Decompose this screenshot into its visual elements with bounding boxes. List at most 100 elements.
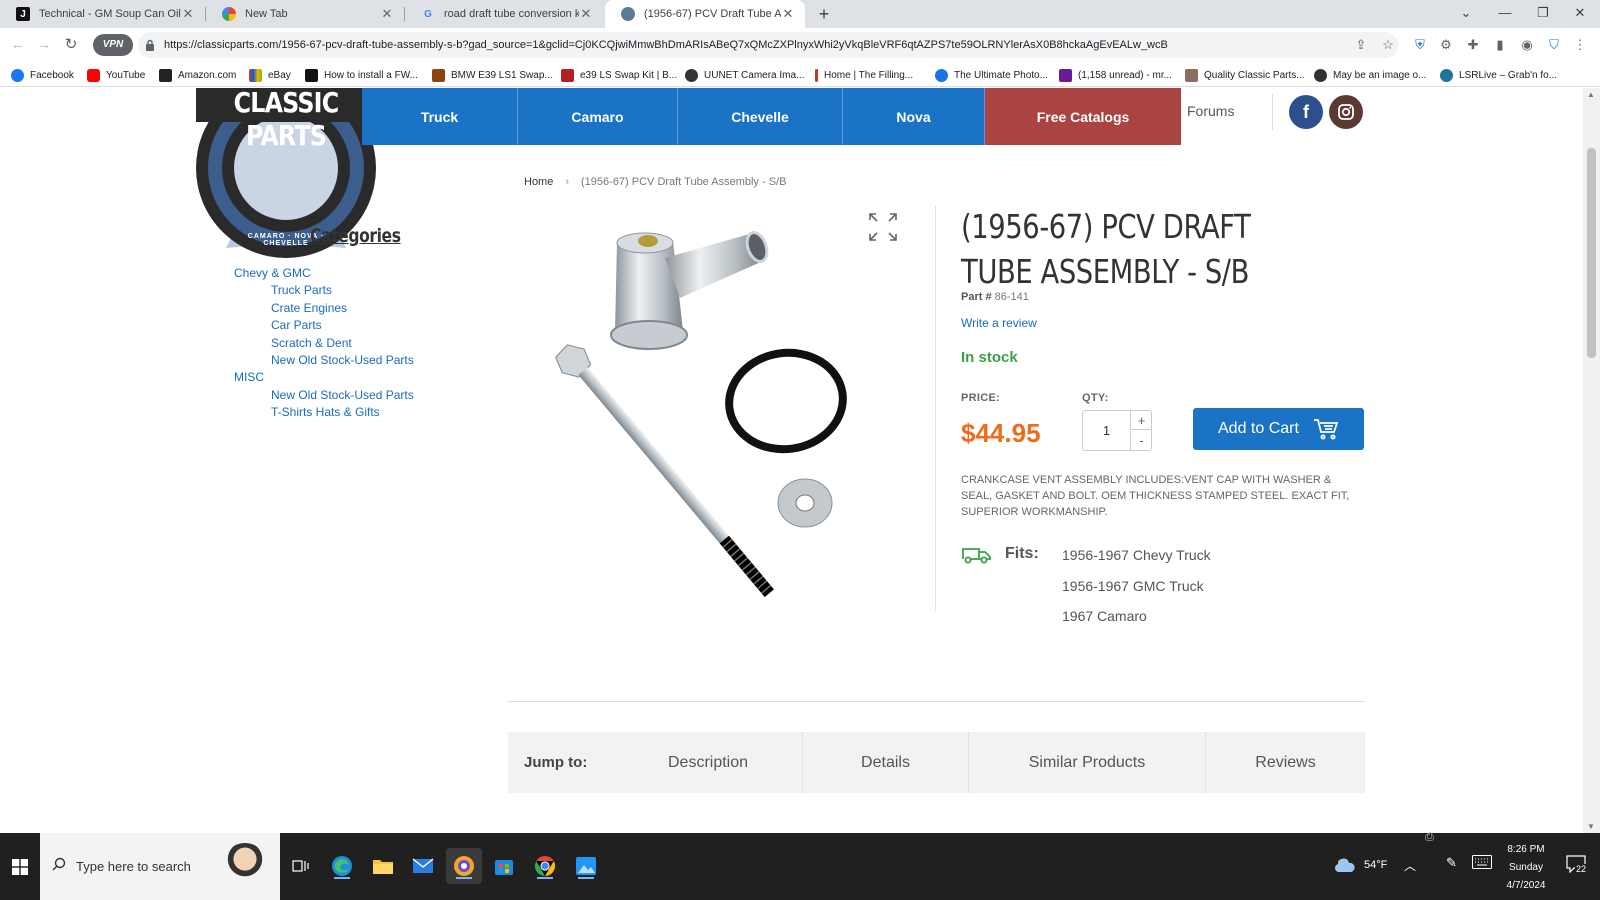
nav-chevelle[interactable]: Chevelle bbox=[678, 88, 843, 145]
notification-center-icon[interactable]: 22 bbox=[1566, 855, 1588, 875]
scroll-thumb[interactable] bbox=[1587, 148, 1596, 358]
browser-tab[interactable]: G road draft tube conversion kit - ✕ bbox=[405, 0, 603, 28]
browser-tab[interactable]: New Tab ✕ bbox=[206, 0, 404, 28]
jump-reviews[interactable]: Reviews bbox=[1205, 732, 1365, 793]
nav-truck[interactable]: Truck bbox=[362, 88, 518, 145]
forward-icon[interactable]: → bbox=[32, 33, 56, 57]
bitwarden-icon[interactable]: ⛉ bbox=[1545, 36, 1563, 54]
close-icon[interactable]: ✕ bbox=[781, 6, 795, 22]
write-review-link[interactable]: Write a review bbox=[961, 316, 1037, 330]
jump-details[interactable]: Details bbox=[802, 732, 968, 793]
browser-tab-active[interactable]: (1956-67) PCV Draft Tube Assem ✕ bbox=[605, 0, 805, 28]
bookmark[interactable]: Amazon.com bbox=[159, 67, 236, 83]
close-icon[interactable]: ✕ bbox=[181, 6, 195, 22]
mail-icon[interactable] bbox=[405, 848, 441, 884]
bookmark[interactable]: e39 LS Swap Kit | B... bbox=[561, 67, 677, 83]
category-link[interactable]: Truck Parts bbox=[271, 283, 332, 297]
address-bar[interactable]: https://classicparts.com/1956-67-pcv-dra… bbox=[138, 32, 1398, 58]
bookmark[interactable]: Facebook bbox=[11, 67, 74, 83]
minimize-button[interactable]: — bbox=[1485, 0, 1525, 28]
close-icon[interactable]: ✕ bbox=[579, 6, 593, 22]
scrollbar[interactable]: ▲ ▼ bbox=[1583, 88, 1600, 833]
nav-free-catalogs[interactable]: Free Catalogs bbox=[985, 88, 1181, 145]
bookmark[interactable]: eBay bbox=[249, 67, 291, 83]
nav-nova[interactable]: Nova bbox=[843, 88, 985, 145]
new-tab-button[interactable]: + bbox=[813, 2, 835, 26]
lock-icon[interactable] bbox=[144, 38, 156, 52]
chrome-icon[interactable] bbox=[527, 848, 563, 884]
bookmark[interactable]: May be an image o... bbox=[1314, 67, 1426, 83]
category-link[interactable]: Chevy & GMC bbox=[234, 266, 311, 280]
bookmark[interactable]: BMW E39 LS1 Swap... bbox=[432, 67, 553, 83]
reload-icon[interactable]: ↻ bbox=[59, 33, 83, 57]
share-icon[interactable]: ⇪ bbox=[1352, 36, 1370, 54]
qty-plus-button[interactable]: + bbox=[1130, 411, 1152, 430]
breadcrumb-home[interactable]: Home bbox=[524, 176, 553, 188]
bookmark[interactable]: Home | The Filling... bbox=[815, 67, 913, 83]
weather-temp: 54°F bbox=[1364, 859, 1388, 871]
mail-icon bbox=[1059, 68, 1072, 82]
restore-button[interactable]: ❐ bbox=[1523, 0, 1563, 28]
quantity-input[interactable]: 1 bbox=[1083, 411, 1130, 450]
photos-icon[interactable] bbox=[568, 848, 604, 884]
edge-icon[interactable] bbox=[324, 848, 360, 884]
profile-icon[interactable]: ◉ bbox=[1518, 36, 1536, 54]
star-icon[interactable]: ☆ bbox=[1379, 36, 1397, 54]
store-icon[interactable] bbox=[486, 848, 522, 884]
facebook-icon[interactable]: f bbox=[1289, 95, 1323, 129]
browser-toolbar: ← → ↻ VPN https://classicparts.com/1956-… bbox=[0, 28, 1600, 62]
browser-tab[interactable]: J Technical - GM Soup Can Oil Ba ✕ bbox=[0, 0, 205, 28]
shield-extension-icon[interactable]: ⛨ bbox=[1411, 36, 1429, 54]
taskbar-search[interactable]: Type here to search bbox=[40, 833, 280, 900]
gear-extension-icon[interactable]: ⚙ bbox=[1437, 36, 1455, 54]
category-link[interactable]: Crate Engines bbox=[271, 301, 347, 315]
bookmark[interactable]: The Ultimate Photo... bbox=[935, 67, 1048, 83]
file-explorer-icon[interactable] bbox=[365, 848, 401, 884]
meet-now-icon[interactable]: ⎙ bbox=[1425, 831, 1434, 844]
sidepanel-icon[interactable]: ▮ bbox=[1491, 36, 1509, 54]
category-link[interactable]: MISC bbox=[234, 370, 264, 384]
task-view-icon[interactable] bbox=[283, 848, 319, 884]
weather-widget[interactable]: 54°F bbox=[1334, 857, 1387, 873]
instagram-icon[interactable] bbox=[1329, 95, 1363, 129]
browser-icon[interactable] bbox=[446, 848, 482, 884]
puzzle-icon[interactable]: ✚ bbox=[1464, 36, 1482, 54]
close-icon[interactable]: ✕ bbox=[380, 6, 394, 22]
scroll-down-icon[interactable]: ▼ bbox=[1587, 822, 1595, 831]
category-link[interactable]: Scratch & Dent bbox=[271, 336, 352, 350]
category-link[interactable]: New Old Stock-Used Parts bbox=[271, 353, 414, 367]
tab-search-icon[interactable]: ⌄ bbox=[1446, 0, 1486, 28]
keyboard-icon[interactable] bbox=[1472, 855, 1492, 874]
chevron-up-icon[interactable]: ︿ bbox=[1404, 857, 1416, 874]
qty-minus-button[interactable]: - bbox=[1130, 431, 1152, 450]
jump-to-bar: Jump to: Description Details Similar Pro… bbox=[508, 732, 1365, 793]
jump-similar-products[interactable]: Similar Products bbox=[968, 732, 1205, 793]
vpn-badge[interactable]: VPN bbox=[93, 34, 133, 56]
divider bbox=[508, 701, 1365, 702]
category-link[interactable]: T-Shirts Hats & Gifts bbox=[271, 405, 380, 419]
windows-start-icon[interactable] bbox=[0, 833, 40, 900]
category-link[interactable]: Car Parts bbox=[271, 318, 322, 332]
pen-icon[interactable]: ✎ bbox=[1446, 855, 1457, 871]
add-to-cart-button[interactable]: Add to Cart bbox=[1193, 408, 1364, 450]
product-image[interactable] bbox=[545, 213, 885, 613]
clock-day: Sunday bbox=[1509, 862, 1543, 873]
clock[interactable]: 8:26 PM Sunday 4/7/2024 bbox=[1500, 841, 1552, 895]
bookmark[interactable]: (1,158 unread) - mr... bbox=[1059, 67, 1172, 83]
bookmark[interactable]: LSRLive – Grab'n fo... bbox=[1440, 67, 1557, 83]
jump-description[interactable]: Description bbox=[614, 732, 802, 793]
scroll-up-icon[interactable]: ▲ bbox=[1587, 90, 1595, 99]
site-logo[interactable]: CLASSIC PARTS CAMARO · NOVA · CHEVELLE bbox=[186, 88, 386, 288]
expand-icon[interactable] bbox=[867, 211, 899, 243]
nav-camaro[interactable]: Camaro bbox=[518, 88, 678, 145]
menu-icon[interactable]: ⋮ bbox=[1571, 36, 1589, 54]
bookmark[interactable]: UUNET Camera Ima... bbox=[685, 67, 804, 83]
bookmark[interactable]: YouTube bbox=[87, 67, 145, 83]
url-text[interactable]: https://classicparts.com/1956-67-pcv-dra… bbox=[164, 39, 1168, 51]
nav-forums[interactable]: Forums bbox=[1187, 88, 1234, 135]
back-icon[interactable]: ← bbox=[6, 33, 30, 57]
bookmark[interactable]: Quality Classic Parts... bbox=[1185, 67, 1305, 83]
close-window-button[interactable]: ✕ bbox=[1560, 0, 1600, 28]
bookmark[interactable]: How to install a FW... bbox=[305, 67, 418, 83]
category-link[interactable]: New Old Stock-Used Parts bbox=[271, 388, 414, 402]
